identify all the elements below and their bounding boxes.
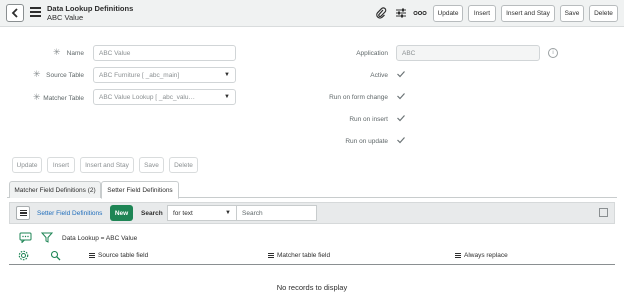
tab-matcher-field-definitions[interactable]: Matcher Field Definitions (2): [9, 181, 101, 198]
column-menu-icon: [268, 253, 274, 258]
matcher-table-label: Matcher Table: [43, 95, 84, 102]
active-label: Active: [370, 72, 388, 79]
header-save-button[interactable]: Save: [560, 5, 584, 22]
list-menu-icon[interactable]: [16, 206, 30, 220]
name-label: Name: [66, 50, 84, 57]
header-delete-button[interactable]: Delete: [589, 5, 618, 22]
run-on-update-label: Run on update: [345, 138, 388, 145]
search-field-value: for text: [173, 210, 193, 217]
filter-breadcrumb[interactable]: Data Lookup = ABC Value: [62, 235, 137, 242]
column-matcher-table-field[interactable]: Matcher table field: [268, 252, 330, 259]
empty-list-message: No records to display: [276, 283, 348, 292]
required-star-icon: ✳: [53, 47, 61, 57]
matcher-table-value: ABC Value Lookup [ _abc_valu…: [99, 94, 195, 101]
form-insert-button[interactable]: Insert: [47, 157, 75, 173]
header-update-button[interactable]: Update: [433, 5, 463, 22]
hamburger-menu-icon[interactable]: [30, 7, 41, 18]
tab-setter-field-definitions[interactable]: Setter Field Definitions: [101, 181, 179, 199]
new-button[interactable]: New: [110, 205, 133, 221]
header-insert-and-stay-button[interactable]: Insert and Stay: [501, 5, 555, 22]
search-input[interactable]: Search: [236, 205, 317, 221]
search-label: Search: [141, 210, 163, 217]
run-on-form-change-check-icon[interactable]: [396, 91, 406, 101]
source-table-value: ABC Furniture [ _abc_main]: [99, 72, 180, 79]
collapse-icon[interactable]: [599, 208, 608, 217]
header-insert-button[interactable]: Insert: [468, 5, 496, 22]
run-on-update-check-icon[interactable]: [396, 135, 406, 145]
column-menu-icon: [89, 253, 95, 258]
run-on-insert-check-icon[interactable]: [396, 113, 406, 123]
name-input[interactable]: ABC Value: [93, 45, 236, 61]
column-always-replace[interactable]: Always replace: [455, 252, 508, 259]
caret-down-icon: ▼: [224, 94, 230, 100]
more-options-icon[interactable]: [413, 6, 427, 20]
run-on-form-change-label: Run on form change: [329, 94, 388, 101]
form-update-button[interactable]: Update: [12, 157, 42, 173]
active-check-icon[interactable]: [396, 69, 406, 79]
caret-down-icon: ▼: [225, 210, 231, 216]
form-save-button[interactable]: Save: [139, 157, 164, 173]
back-button[interactable]: [6, 4, 24, 22]
column-source-table-field[interactable]: Source table field: [89, 252, 148, 259]
matcher-table-select[interactable]: ABC Value Lookup [ _abc_valu… ▼: [93, 89, 236, 105]
form-insert-and-stay-button[interactable]: Insert and Stay: [80, 157, 134, 173]
column-menu-icon: [455, 253, 461, 258]
application-label: Application: [356, 50, 388, 57]
column-label: Source table field: [98, 252, 149, 259]
column-label: Always replace: [464, 252, 508, 259]
search-field-select[interactable]: for text ▼: [167, 205, 237, 221]
chat-icon[interactable]: [19, 232, 32, 243]
search-icon[interactable]: [50, 250, 61, 261]
source-table-select[interactable]: ABC Furniture [ _abc_main] ▼: [93, 67, 236, 83]
source-table-label: Source Table: [46, 72, 84, 79]
form-header: Data Lookup Definitions ABC Value Update…: [0, 0, 624, 27]
gear-icon[interactable]: [18, 250, 29, 261]
form-delete-button[interactable]: Delete: [169, 157, 198, 173]
form-title: Data Lookup Definitions: [47, 4, 134, 13]
info-icon[interactable]: i: [548, 48, 558, 58]
page-title: Data Lookup Definitions ABC Value: [47, 4, 133, 22]
paperclip-icon[interactable]: [374, 6, 388, 20]
application-field: ABC: [396, 45, 540, 61]
sliders-icon[interactable]: [394, 6, 408, 20]
filter-icon[interactable]: [41, 232, 53, 243]
related-list-title[interactable]: Setter Field Definitions: [37, 210, 102, 217]
column-header-row: Source table field Matcher table field A…: [9, 247, 615, 265]
chevron-left-icon: [11, 8, 18, 18]
form-subtitle: ABC Value: [47, 13, 84, 22]
column-label: Matcher table field: [277, 252, 331, 259]
related-list-toolbar: Setter Field Definitions New Search for …: [9, 202, 615, 224]
run-on-insert-label: Run on insert: [349, 116, 388, 123]
caret-down-icon: ▼: [224, 72, 230, 78]
